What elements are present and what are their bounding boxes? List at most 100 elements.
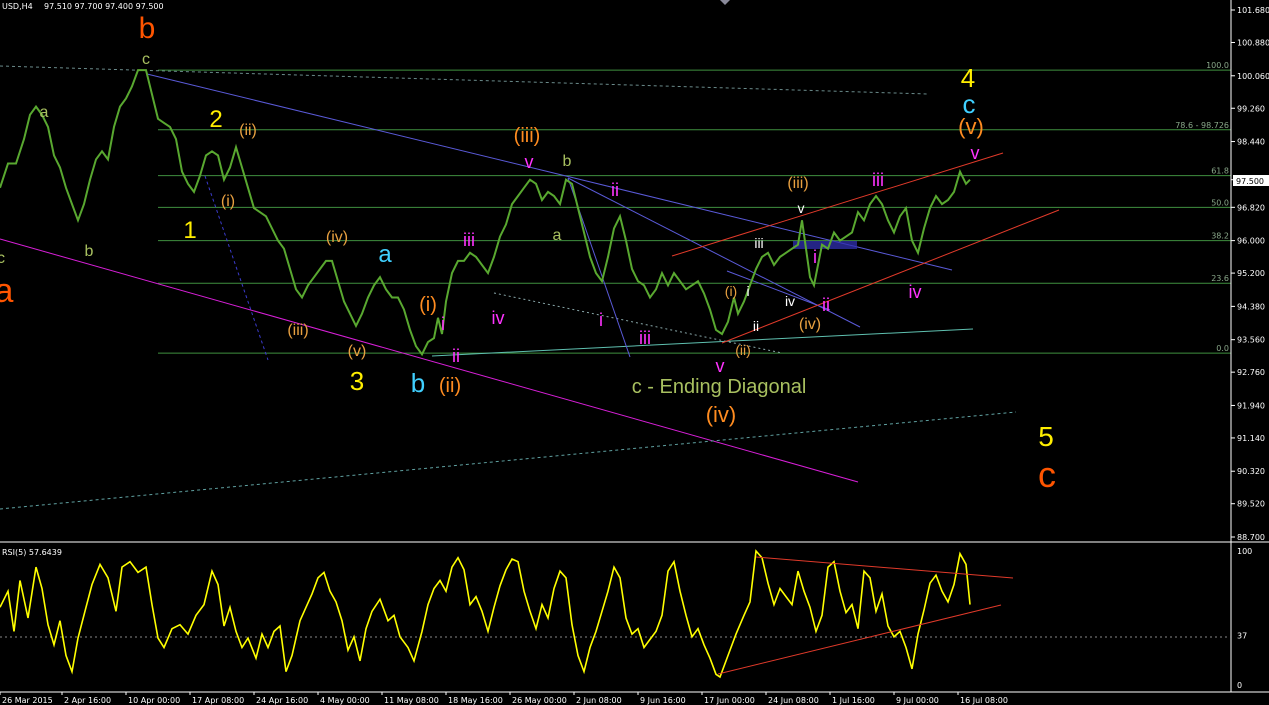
time-tick-label: 2 Apr 16:00 — [64, 696, 111, 705]
wave-label-50: c — [1038, 454, 1056, 495]
fib-label-2: 61.8 — [1211, 167, 1229, 176]
chart-canvas[interactable]: 100.0 78.6 - 98.726 61.8 50.0 38.2 23.6 0.0 b a… — [0, 0, 1269, 705]
wave-label-29: v — [716, 356, 725, 376]
wave-label-26: ii — [611, 180, 619, 200]
wave-label-42: iv — [909, 282, 922, 302]
time-tick-label: 9 Jul 00:00 — [896, 696, 939, 705]
time-tick-label: 1 Jul 16:00 — [832, 696, 875, 705]
trendline-dotted-bottom[interactable] — [0, 411, 1017, 510]
time-tick-label: 17 Jun 00:00 — [704, 696, 755, 705]
rsi-line[interactable] — [0, 549, 971, 679]
wave-label-36: v — [798, 200, 805, 216]
wave-label-38: (iv) — [799, 316, 821, 333]
fib-label-3: 50.0 — [1211, 198, 1229, 207]
wave-label-27: i — [599, 310, 603, 330]
symbol-label: USD,H4 — [2, 2, 33, 11]
trendline-magenta-lower[interactable] — [0, 238, 859, 483]
time-tick-label: 11 May 08:00 — [384, 696, 439, 705]
time-tick-label: 24 Apr 16:00 — [256, 696, 308, 705]
price-tick-label: 89.520 — [1237, 500, 1265, 509]
time-tick-label: 24 Jun 08:00 — [768, 696, 819, 705]
fib-label-1: 78.6 - 98.726 — [1175, 121, 1229, 130]
rsi-tick-label: 100 — [1237, 547, 1252, 556]
fib-label-5: 23.6 — [1211, 274, 1229, 283]
fib-label-0: 100.0 — [1206, 61, 1229, 70]
wave-label-40: ii — [822, 295, 830, 315]
wave-label-39: i — [813, 247, 817, 267]
wave-label-7: (ii) — [239, 122, 257, 139]
wave-label-13: 3 — [350, 366, 364, 396]
scroll-marker-icon[interactable] — [720, 0, 730, 5]
wave-label-18: (ii) — [439, 375, 461, 397]
wave-label-0: b — [139, 12, 156, 45]
wave-label-3: c — [142, 51, 150, 68]
wave-label-30: (ii) — [735, 342, 751, 358]
wave-label-11: (iii) — [287, 322, 308, 339]
wave-label-34: iii — [754, 235, 763, 251]
wave-label-41: iii — [872, 170, 884, 190]
time-axis-ticks: 26 Mar 2015 2 Apr 16:00 10 Apr 00:00 17 Apr… — [0, 692, 1008, 705]
price-tick-label: 98.440 — [1237, 138, 1265, 147]
price-tick-label: 95.200 — [1237, 269, 1265, 278]
wave-label-1: a — [0, 272, 14, 310]
time-tick-label: 18 May 16:00 — [448, 696, 503, 705]
price-tick-label: 101.680 — [1237, 6, 1269, 15]
wave-label-20: iii — [463, 230, 475, 250]
price-tick-label: 93.560 — [1237, 336, 1265, 345]
wave-label-35: iv — [785, 293, 795, 309]
wave-label-6: 2 — [209, 106, 222, 133]
wave-label-33: ii — [753, 318, 759, 334]
fib-label-4: 38.2 — [1211, 232, 1229, 241]
wave-label-31: (i) — [725, 283, 737, 299]
rsi-header: RSI(5) 57.6439 — [2, 548, 62, 557]
time-tick-label: 4 May 00:00 — [320, 696, 370, 705]
price-tick-label: 100.060 — [1237, 72, 1269, 81]
current-price-label: 97.500 — [1236, 177, 1264, 186]
price-tick-label: 99.260 — [1237, 104, 1265, 113]
wave-label-4: a — [40, 104, 49, 121]
wave-label-24: b — [563, 153, 572, 170]
wave-label-19: b — [411, 368, 425, 398]
price-tick-label: 96.000 — [1237, 237, 1265, 246]
wave-label-16: i — [441, 314, 445, 334]
wave-labels: baccab2 (ii)(i)1 (iv)(iii)(v)3a(i)iii(ii)b… — [0, 12, 1056, 495]
wave-label-2: c — [0, 250, 5, 267]
rsi-tick-label: 37 — [1237, 631, 1247, 640]
price-tick-label: 100.880 — [1237, 38, 1269, 47]
wave-label-9: 1 — [183, 217, 196, 244]
rsi-trendline-upper[interactable] — [755, 556, 1014, 579]
wave-label-23: v — [525, 152, 534, 172]
rsi-axis-ticks: 100 37 0 — [1237, 547, 1252, 690]
wave-label-46: 4 — [961, 63, 975, 93]
wave-label-28: iii — [639, 328, 651, 348]
trendline-blue-dotted[interactable] — [204, 175, 269, 361]
wave-label-14: a — [378, 241, 392, 268]
wave-label-43: v — [971, 143, 980, 163]
wave-label-10: (iv) — [326, 229, 348, 246]
price-tick-label: 91.140 — [1237, 434, 1265, 443]
time-tick-label: 26 Mar 2015 — [2, 696, 53, 705]
wave-label-32: i — [746, 283, 749, 299]
price-tick-label: 88.700 — [1237, 533, 1265, 542]
rsi-tick-label: 0 — [1237, 681, 1242, 690]
wave-label-47: c - Ending Diagonal — [632, 376, 807, 398]
time-tick-label: 10 Apr 00:00 — [128, 696, 180, 705]
time-tick-label: 2 Jun 08:00 — [576, 696, 622, 705]
fib-label-6: 0.0 — [1216, 344, 1229, 353]
wave-label-45: c — [963, 89, 976, 119]
time-tick-label: 17 Apr 08:00 — [192, 696, 244, 705]
price-tick-label: 91.940 — [1237, 401, 1265, 410]
price-axis-ticks: 101.680 100.880 100.060 99.260 98.440 97.500 9… — [1231, 6, 1269, 542]
wave-label-49: 5 — [1038, 421, 1054, 452]
price-tick-label: 92.760 — [1237, 368, 1265, 377]
time-tick-label: 16 Jul 08:00 — [960, 696, 1008, 705]
channel-red-lower[interactable] — [721, 209, 1060, 344]
time-tick-label: 9 Jun 16:00 — [640, 696, 686, 705]
wave-label-17: ii — [452, 346, 460, 366]
wave-label-21: iv — [492, 308, 505, 328]
wave-label-37: (iii) — [787, 175, 808, 192]
wave-label-22: (iii) — [514, 125, 541, 147]
price-tick-label: 90.320 — [1237, 467, 1265, 476]
trendline-cyan-base[interactable] — [431, 328, 974, 357]
wave-label-48: (iv) — [706, 402, 737, 427]
